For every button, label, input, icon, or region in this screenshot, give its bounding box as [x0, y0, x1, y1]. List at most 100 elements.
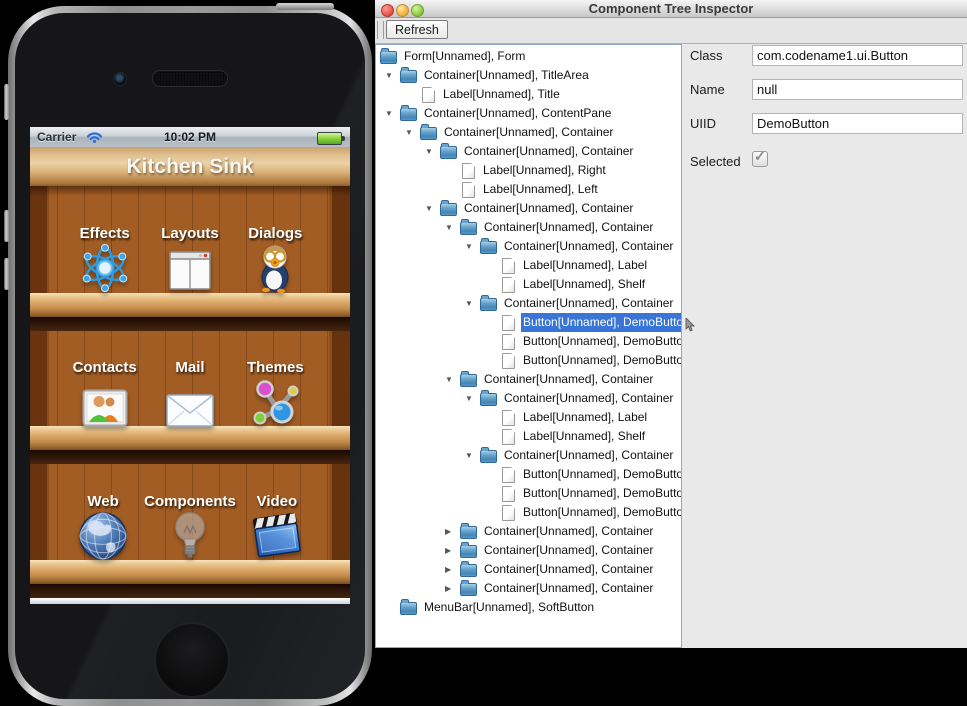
app-button-layouts[interactable]: Layouts: [147, 222, 232, 293]
tree-row[interactable]: ▼Container[Unnamed], Container: [376, 294, 681, 313]
iphone-device: Carrier 10:02 PM Kitchen Sink: [8, 6, 372, 706]
shelf-row-1: Effects: [62, 222, 318, 293]
folder-icon: [460, 526, 477, 539]
earpiece-speaker: [152, 70, 228, 87]
folder-icon: [440, 146, 457, 159]
document-icon: [422, 87, 435, 103]
tree-row[interactable]: Label[Unnamed], Label: [376, 256, 681, 275]
document-icon: [502, 467, 515, 483]
tree-row-label: Label[Unnamed], Label: [521, 408, 649, 427]
shelf-ledge: [30, 293, 350, 317]
app-button-dialogs[interactable]: Dialogs: [233, 222, 318, 293]
toolbar-drag-handle[interactable]: [377, 21, 384, 39]
tree-row[interactable]: MenuBar[Unnamed], SoftButton: [376, 598, 681, 617]
collapsed-arrow-icon[interactable]: ▶: [445, 560, 451, 579]
tree-row-label: Container[Unnamed], Container: [462, 199, 635, 218]
tree-row[interactable]: Button[Unnamed], DemoButton: [376, 484, 681, 503]
expanded-arrow-icon[interactable]: ▼: [465, 446, 473, 465]
folder-icon: [380, 51, 397, 64]
properties-panel: Class Name UIID Selected: [682, 44, 967, 648]
tree-row-label: Button[Unnamed], DemoButton: [521, 351, 682, 370]
app-label: Video: [257, 493, 298, 510]
folder-icon: [460, 545, 477, 558]
expanded-arrow-icon[interactable]: ▼: [425, 142, 433, 161]
tree-row-label: Label[Unnamed], Label: [521, 256, 649, 275]
document-icon: [502, 486, 515, 502]
tree-row[interactable]: ▶ Container[Unnamed], Container: [376, 541, 681, 560]
expanded-arrow-icon[interactable]: ▼: [385, 66, 393, 85]
class-field[interactable]: [752, 45, 963, 66]
app-button-effects[interactable]: Effects: [62, 222, 147, 293]
app-label: Mail: [175, 359, 204, 376]
tree-row[interactable]: Label[Unnamed], Left: [376, 180, 681, 199]
expanded-arrow-icon[interactable]: ▼: [465, 389, 473, 408]
document-icon: [502, 429, 515, 445]
expanded-arrow-icon[interactable]: ▼: [425, 199, 433, 218]
tree-row-label: Container[Unnamed], Container: [502, 237, 675, 256]
tree-row[interactable]: ▼Container[Unnamed], Container: [376, 218, 681, 237]
shelf-shadow: [30, 584, 350, 598]
tree-row[interactable]: ▶Container[Unnamed], Container: [376, 522, 681, 541]
folder-icon: [480, 241, 497, 254]
tree-row[interactable]: Label[Unnamed], Shelf: [376, 427, 681, 446]
tree-row[interactable]: ▼Container[Unnamed], Container: [376, 142, 681, 161]
uiid-field[interactable]: [752, 113, 963, 134]
tree-row[interactable]: Label[Unnamed], Label: [376, 408, 681, 427]
home-button: [154, 622, 230, 698]
tree-row[interactable]: ▼Container[Unnamed], ContentPane: [376, 104, 681, 123]
selected-checkbox[interactable]: [752, 151, 768, 167]
tree-row[interactable]: ▼Container[Unnamed], Container: [376, 370, 681, 389]
status-time: 10:02 PM: [30, 130, 350, 144]
folder-icon: [400, 108, 417, 121]
expanded-arrow-icon[interactable]: ▼: [445, 370, 453, 389]
tree-row-label: Button[Unnamed], DemoButton: [521, 503, 682, 522]
folder-icon: [400, 602, 417, 615]
tree-row[interactable]: ▼ Container[Unnamed], Container: [376, 237, 681, 256]
tree-row[interactable]: Label[Unnamed], Title: [376, 85, 681, 104]
tree-row[interactable]: Button[Unnamed], DemoButton: [376, 313, 681, 332]
expanded-arrow-icon[interactable]: ▼: [385, 104, 393, 123]
tree-row[interactable]: Label[Unnamed], Shelf: [376, 275, 681, 294]
refresh-button[interactable]: Refresh: [386, 20, 448, 39]
tree-row[interactable]: Button[Unnamed], DemoButton: [376, 503, 681, 522]
tree-row-label: Container[Unnamed], TitleArea: [422, 66, 591, 85]
expanded-arrow-icon[interactable]: ▼: [465, 294, 473, 313]
expanded-arrow-icon[interactable]: ▼: [405, 123, 413, 142]
tree-row-label: Container[Unnamed], Container: [482, 541, 655, 560]
tree-row[interactable]: Label[Unnamed], Right: [376, 161, 681, 180]
app-button-contacts[interactable]: Contacts: [62, 356, 147, 427]
expanded-arrow-icon[interactable]: ▼: [445, 218, 453, 237]
window-titlebar[interactable]: Component Tree Inspector: [375, 0, 967, 18]
tree-row[interactable]: ▼Container[Unnamed], Container: [376, 123, 681, 142]
app-button-mail[interactable]: Mail: [147, 356, 232, 427]
tree-row[interactable]: Form[Unnamed], Form: [376, 47, 681, 66]
tree-row[interactable]: ▼ Container[Unnamed], Container: [376, 199, 681, 218]
bulb-icon: [173, 511, 207, 561]
tree-row[interactable]: ▼ Container[Unnamed], TitleArea: [376, 66, 681, 85]
tree-row[interactable]: ▶Container[Unnamed], Container: [376, 579, 681, 598]
collapsed-arrow-icon[interactable]: ▶: [445, 579, 451, 598]
app-button-themes[interactable]: Themes: [233, 356, 318, 427]
expanded-arrow-icon[interactable]: ▼: [465, 237, 473, 256]
selected-checkbox-label: Selected: [690, 154, 741, 169]
name-field[interactable]: [752, 79, 963, 100]
collapsed-arrow-icon[interactable]: ▶: [445, 522, 451, 541]
penguin-icon: [254, 243, 296, 293]
collapsed-arrow-icon[interactable]: ▶: [445, 541, 451, 560]
tree-row[interactable]: Button[Unnamed], DemoButton: [376, 351, 681, 370]
tree-row[interactable]: ▶Container[Unnamed], Container: [376, 560, 681, 579]
screen-bottom-edge: [30, 598, 350, 604]
component-tree-inspector-window: Component Tree Inspector Refresh Form[Un…: [375, 0, 967, 648]
tree-row-label: MenuBar[Unnamed], SoftButton: [422, 598, 596, 617]
folder-icon: [460, 222, 477, 235]
tree-row[interactable]: ▼Container[Unnamed], Container: [376, 446, 681, 465]
shelf-row-3: Web: [62, 490, 318, 561]
tree-row[interactable]: Button[Unnamed], DemoButton: [376, 465, 681, 484]
battery-icon: [317, 132, 342, 145]
app-button-web[interactable]: Web: [62, 490, 144, 561]
tree-row[interactable]: ▼Container[Unnamed], Container: [376, 389, 681, 408]
app-button-components[interactable]: Components: [144, 490, 236, 561]
tree-row[interactable]: Button[Unnamed], DemoButton: [376, 332, 681, 351]
component-tree[interactable]: Form[Unnamed], Form▼Container[Unnamed], …: [375, 44, 682, 648]
app-button-video[interactable]: Video: [236, 490, 318, 561]
